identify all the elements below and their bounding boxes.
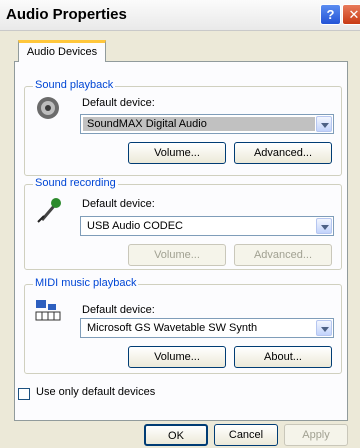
chevron-down-icon[interactable] [316,116,332,132]
use-default-checkbox[interactable] [18,388,30,400]
use-default-label: Use only default devices [36,386,156,398]
midi-default-label: Default device: [82,304,155,316]
recording-default-label: Default device: [82,198,155,210]
sound-playback-legend: Sound playback [33,79,116,91]
playback-default-label: Default device: [82,97,155,109]
midi-about-button[interactable]: About... [234,346,332,368]
cancel-button[interactable]: Cancel [214,424,278,446]
tab-audio-devices[interactable]: Audio Devices [18,40,106,62]
playback-advanced-button[interactable]: Advanced... [234,142,332,164]
close-button[interactable]: ✕ [342,4,360,25]
midi-playback-legend: MIDI music playback [33,277,139,289]
midi-device-value: Microsoft GS Wavetable SW Synth [87,322,258,334]
midi-volume-button[interactable]: Volume... [128,346,226,368]
recording-device-select[interactable]: USB Audio CODEC [80,216,334,236]
microphone-icon [37,198,61,223]
playback-volume-button[interactable]: Volume... [128,142,226,164]
midi-device-select[interactable]: Microsoft GS Wavetable SW Synth [80,318,334,338]
help-button[interactable]: ? [320,4,341,25]
chevron-down-icon[interactable] [316,218,332,234]
window-title: Audio Properties [6,6,127,23]
midi-keyboard-icon [35,300,61,321]
apply-button: Apply [284,424,348,446]
title-bar: Audio Properties ? ✕ [0,0,360,31]
chevron-down-icon[interactable] [316,320,332,336]
recording-advanced-button: Advanced... [234,244,332,266]
playback-device-value: SoundMAX Digital Audio [87,118,207,130]
sound-recording-legend: Sound recording [33,177,118,189]
playback-device-select[interactable]: SoundMAX Digital Audio [80,114,334,134]
recording-device-value: USB Audio CODEC [87,220,183,232]
recording-volume-button: Volume... [128,244,226,266]
speaker-icon [37,97,59,119]
ok-button[interactable]: OK [144,424,208,446]
